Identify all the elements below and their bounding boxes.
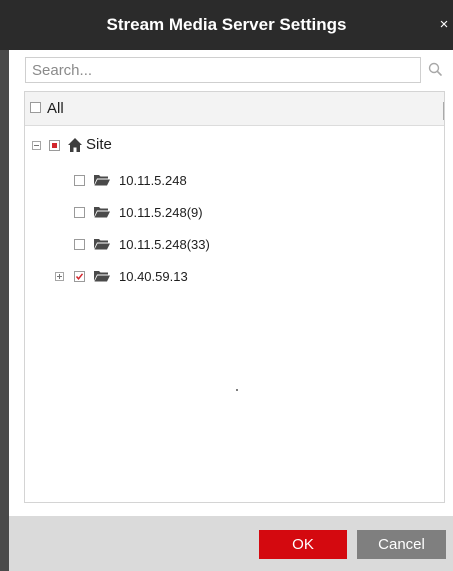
tree-header: All	[25, 92, 444, 126]
site-checkbox[interactable]	[49, 140, 60, 151]
tree-node-label: 10.11.5.248(9)	[119, 205, 203, 220]
tree-node-label: 10.11.5.248	[119, 173, 187, 188]
tree-node-label: 10.11.5.248(33)	[119, 237, 210, 252]
stream-media-server-settings-dialog: Stream Media Server Settings × All Site	[0, 0, 453, 571]
search-icon[interactable]	[426, 60, 446, 80]
dialog-title: Stream Media Server Settings	[106, 15, 347, 34]
cancel-button[interactable]: Cancel	[357, 530, 446, 559]
folder-icon	[93, 205, 111, 219]
folder-icon	[93, 237, 111, 251]
node-checkbox[interactable]	[74, 271, 85, 282]
collapse-icon[interactable]	[32, 141, 41, 150]
folder-icon	[93, 173, 111, 187]
node-checkbox[interactable]	[74, 239, 85, 250]
tree-node-label: Site	[86, 136, 112, 153]
title-bar: Stream Media Server Settings ×	[0, 0, 453, 50]
expand-icon[interactable]	[55, 272, 64, 281]
home-icon	[67, 137, 83, 153]
all-checkbox[interactable]	[30, 102, 41, 113]
search-input[interactable]	[25, 57, 421, 83]
tree-node-label: 10.40.59.13	[119, 269, 188, 284]
node-checkbox[interactable]	[74, 207, 85, 218]
header-divider	[443, 102, 444, 120]
loading-dot	[236, 389, 238, 391]
close-icon[interactable]: ×	[435, 0, 453, 50]
node-checkbox[interactable]	[74, 175, 85, 186]
ok-button[interactable]: OK	[259, 530, 347, 559]
folder-icon	[93, 269, 111, 283]
left-edge-strip	[0, 50, 9, 571]
all-label: All	[47, 100, 64, 117]
tree-panel: All Site 10.11.5.248 10.11.5.248(9) 10.1…	[24, 91, 445, 503]
